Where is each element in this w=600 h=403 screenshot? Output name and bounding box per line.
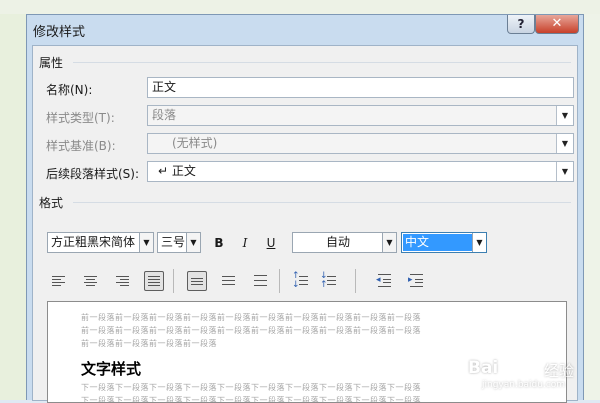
- align-left-icon[interactable]: [49, 271, 69, 291]
- dialog-title: 修改样式: [33, 25, 86, 40]
- properties-group-title: 属性: [39, 56, 64, 70]
- font-size-select[interactable]: 三号 ▼: [157, 232, 201, 253]
- preview-previous-paragraph: 前一段落前一段落前一段落前一段落前一段落前一段落前一段落前一段落前一段落前一段落: [81, 326, 421, 335]
- desktop-background-left: [0, 14, 26, 400]
- font-color-select[interactable]: 自动 ▼: [292, 232, 397, 253]
- toolbar-separator: [279, 269, 280, 293]
- preview-next-paragraph: 下一段落下一段落下一段落下一段落下一段落下一段落下一段落下一段落下一段落下一段落: [81, 396, 421, 403]
- chevron-down-icon[interactable]: ▼: [139, 233, 153, 252]
- style-type-value: 段落: [152, 108, 177, 122]
- align-center-icon[interactable]: [81, 271, 101, 291]
- preview-sample-text: 文字样式: [81, 360, 142, 378]
- chevron-down-icon[interactable]: ▼: [556, 134, 573, 153]
- properties-divider: [73, 62, 571, 63]
- name-label: 名称(N):: [46, 83, 93, 97]
- close-icon[interactable]: ✕: [535, 15, 579, 34]
- style-based-value: (无样式): [172, 136, 218, 150]
- toolbar-separator: [173, 269, 174, 293]
- name-value: 正文: [152, 80, 177, 94]
- bold-button[interactable]: B: [211, 235, 227, 251]
- style-based-label: 样式基准(B):: [46, 139, 116, 153]
- italic-button[interactable]: I: [237, 235, 253, 251]
- dialog-titlebar: 修改样式 ? ✕: [27, 15, 583, 45]
- chevron-down-icon[interactable]: ▼: [556, 162, 573, 181]
- help-icon[interactable]: ?: [507, 15, 535, 34]
- font-size-value: 三号: [161, 235, 186, 249]
- desktop-background-top: [0, 0, 600, 14]
- next-style-label: 后续段落样式(S):: [46, 167, 140, 181]
- next-style-select[interactable]: ↵ 正文 ▼: [147, 161, 574, 182]
- decrease-indent-icon[interactable]: ◂: [375, 271, 395, 291]
- chevron-down-icon[interactable]: ▼: [382, 233, 396, 252]
- align-right-icon[interactable]: [113, 271, 133, 291]
- decrease-paragraph-spacing-icon[interactable]: ↓ ↑: [319, 271, 339, 291]
- underline-button[interactable]: U: [263, 235, 279, 251]
- toolbar-separator: [355, 269, 356, 293]
- double-spacing-icon[interactable]: [251, 271, 271, 291]
- one-half-spacing-icon[interactable]: [219, 271, 239, 291]
- preview-previous-paragraph: 前一段落前一段落前一段落前一段落前一段落前一段落前一段落前一段落前一段落前一段落: [81, 313, 421, 322]
- single-spacing-icon[interactable]: [187, 271, 207, 291]
- style-type-select[interactable]: 段落 ▼: [147, 105, 574, 126]
- dialog-content: 属性 名称(N): 正文 样式类型(T): 段落 ▼ 样式基准(B): (无样式…: [32, 45, 578, 403]
- font-family-value: 方正粗黑宋简体: [51, 235, 136, 249]
- name-field[interactable]: 正文: [147, 77, 574, 98]
- script-value: 中文: [403, 234, 473, 251]
- justify-icon[interactable]: [144, 271, 164, 291]
- format-divider: [73, 202, 571, 203]
- style-based-select[interactable]: (无样式) ▼: [147, 133, 574, 154]
- chevron-down-icon[interactable]: ▼: [472, 233, 486, 252]
- style-type-label: 样式类型(T):: [46, 111, 115, 125]
- font-color-value: 自动: [325, 235, 350, 249]
- style-preview: 前一段落前一段落前一段落前一段落前一段落前一段落前一段落前一段落前一段落前一段落…: [47, 301, 567, 403]
- increase-paragraph-spacing-icon[interactable]: ↑ ↓: [291, 271, 311, 291]
- increase-indent-icon[interactable]: ▸: [407, 271, 427, 291]
- desktop-background-right: [584, 14, 600, 400]
- font-family-select[interactable]: 方正粗黑宋简体 ▼: [47, 232, 154, 253]
- chevron-down-icon[interactable]: ▼: [556, 106, 573, 125]
- script-select[interactable]: 中文 ▼: [401, 232, 487, 253]
- next-style-value: ↵ 正文: [158, 164, 196, 178]
- chevron-down-icon[interactable]: ▼: [186, 233, 200, 252]
- modify-style-dialog: 修改样式 ? ✕ 属性 名称(N): 正文 样式类型(T): 段落 ▼ 样式基准…: [26, 14, 584, 403]
- preview-previous-paragraph: 前一段落前一段落前一段落前一段落: [81, 339, 217, 348]
- preview-next-paragraph: 下一段落下一段落下一段落下一段落下一段落下一段落下一段落下一段落下一段落下一段落: [81, 383, 421, 392]
- format-group-title: 格式: [39, 196, 64, 210]
